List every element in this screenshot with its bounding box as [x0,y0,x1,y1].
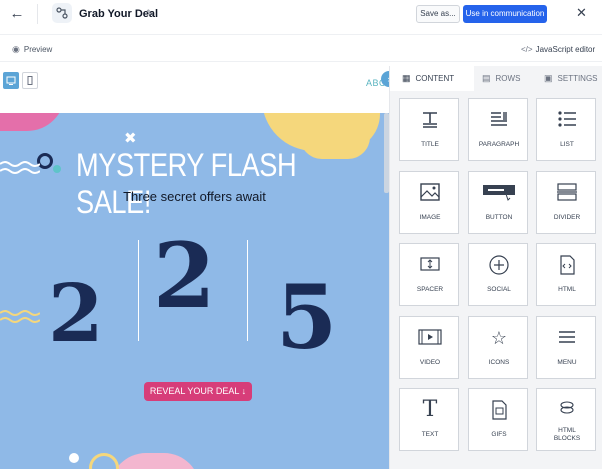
grid-icon: ▦ [402,73,411,83]
tab-label: CONTENT [415,74,455,83]
decorative-dot [69,453,79,463]
squiggle-decoration [0,310,40,323]
digit-three: 5 [276,265,338,369]
sidebar-tabs: ▦ CONTENT ▤ ROWS ▣ SETTINGS [390,66,602,91]
block-label: PARAGRAPH [478,141,520,148]
code-icon: </> [521,45,533,54]
close-icon[interactable]: ✕ [576,5,587,21]
block-label: DIVIDER [553,214,581,221]
tab-settings[interactable]: ▣ SETTINGS [544,66,602,91]
mobile-icon[interactable] [22,72,38,89]
top-bar: ← Grab Your Deal ✎ Save as... Use in com… [0,0,602,30]
rows-icon: ▤ [482,73,491,83]
cross-icon: ✖ [124,130,137,147]
pencil-icon[interactable]: ✎ [146,8,154,19]
divider [0,61,602,62]
social-icon [469,254,529,276]
tab-rows[interactable]: ▤ ROWS [474,66,552,91]
spacer-icon [400,254,460,276]
block-label: TITLE [421,141,439,148]
block-divider[interactable]: DIVIDER [536,171,596,234]
gif-icon [469,399,529,421]
block-label: SPACER [416,286,444,293]
block-label: HTML BLOCKS [553,427,581,442]
block-list[interactable]: LIST [536,98,596,161]
squiggle-decoration [0,161,40,174]
decorative-blob [0,113,65,131]
block-icons[interactable]: ☆ ICONS [468,316,528,379]
block-image[interactable]: IMAGE [399,171,459,234]
block-gifs[interactable]: GIFS [468,388,528,451]
title-icon [400,109,460,131]
divider [0,34,602,35]
block-label: GIFS [491,431,507,438]
block-label: BUTTON [485,214,513,221]
subheadline: Three secret offers await [123,189,266,204]
block-label: HTML [558,286,576,293]
decorative-dot [53,165,61,173]
settings-icon: ▣ [544,73,553,83]
block-html[interactable]: HTML [536,243,596,306]
divider-line [138,240,139,341]
decorative-ring [89,453,119,469]
reveal-deal-button[interactable]: REVEAL YOUR DEAL ↓ [144,382,252,401]
block-label: LIST [560,141,574,148]
block-menu[interactable]: MENU [536,316,596,379]
use-in-communication-button[interactable]: Use in communication [463,5,547,23]
content-sidebar: ▦ CONTENT ▤ ROWS ▣ SETTINGS TITLE PARAGRAPH… [389,66,602,469]
video-icon [400,327,460,349]
menu-icon [537,327,597,349]
block-label: IMAGE [419,214,441,221]
workflow-icon [52,3,72,23]
star-icon: ☆ [490,328,508,348]
arrow-left-icon[interactable]: ← [8,5,26,23]
block-title[interactable]: TITLE [399,98,459,161]
save-as-button[interactable]: Save as... [416,5,460,23]
tab-label: ROWS [495,74,521,83]
block-label: SOCIAL [487,286,511,293]
block-html-blocks[interactable]: HTML BLOCKS [536,388,596,451]
block-paragraph[interactable]: PARAGRAPH [468,98,528,161]
eye-icon: ◉ [12,44,20,54]
html-blocks-icon [537,399,597,421]
block-label: TEXT [421,431,439,438]
tab-content[interactable]: ▦ CONTENT [390,66,474,91]
headline: MYSTERY FLASH SALE! [76,147,297,220]
digit-two: 2 [153,223,216,329]
device-toggle-group [3,72,38,89]
preview-toggle[interactable]: ◉ Preview [12,44,52,55]
block-spacer[interactable]: SPACER [399,243,459,306]
html-icon [537,254,597,276]
image-icon [400,182,460,204]
paragraph-icon [469,109,529,131]
digit-one: 2 [48,266,104,360]
desktop-icon[interactable] [3,72,19,89]
text-icon: T [422,397,438,422]
divider [37,4,38,24]
email-canvas[interactable]: ✖ MYSTERY FLASH SALE! Three secret offer… [0,113,389,469]
block-video[interactable]: VIDEO [399,316,459,379]
list-icon [537,109,597,131]
preview-label: Preview [23,45,53,54]
javascript-editor-link[interactable]: </> JavaScript editor [521,45,595,54]
button-icon [469,182,529,204]
block-label: ICONS [488,359,510,366]
divider-line [247,240,248,341]
block-label: VIDEO [419,359,441,366]
tab-label: SETTINGS [557,74,598,83]
block-text[interactable]: T TEXT [399,388,459,451]
block-button[interactable]: BUTTON [468,171,528,234]
block-social[interactable]: SOCIAL [468,243,528,306]
block-label: MENU [557,359,577,366]
javascript-editor-label: JavaScript editor [535,45,596,54]
decorative-blob [110,453,200,469]
divider-icon [537,182,597,204]
